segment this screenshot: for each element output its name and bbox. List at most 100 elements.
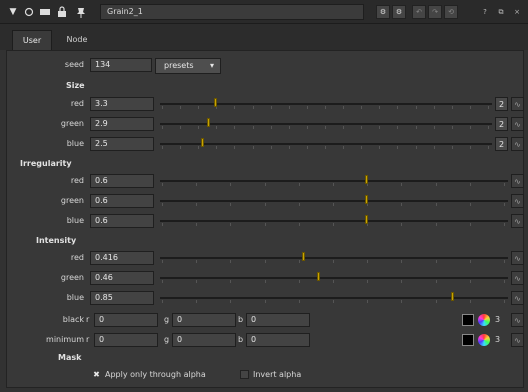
size-blue-dimension-button[interactable]: 2 (495, 137, 508, 151)
animation-curve-icon[interactable]: ∿ (511, 291, 524, 305)
animation-curve-icon[interactable]: ∿ (511, 174, 524, 188)
slider-tick (488, 106, 489, 109)
slider-tick (180, 126, 182, 129)
undo-icon[interactable]: ↶ (412, 5, 426, 19)
minimum-channel-count[interactable]: 3 (495, 335, 500, 344)
irregularity-blue-slider[interactable] (160, 214, 508, 228)
pin-icon[interactable] (74, 5, 88, 19)
size-green-field[interactable]: 2.9 (90, 117, 154, 131)
settings-icon[interactable]: ⚙ (376, 5, 390, 19)
irregularity-green-slider[interactable] (160, 194, 508, 208)
lock-icon[interactable] (55, 5, 69, 19)
animation-curve-icon[interactable]: ∿ (511, 214, 524, 228)
black-g-field[interactable]: 0 (172, 313, 236, 327)
float-icon[interactable]: ⧉ (494, 5, 508, 19)
black-r-label: r (86, 315, 90, 324)
slider-handle[interactable] (213, 98, 217, 107)
intensity-blue-slider[interactable] (160, 291, 508, 305)
slider-tick (433, 126, 435, 129)
revert-icon[interactable]: ⟲ (444, 5, 458, 19)
animation-curve-icon[interactable]: ∿ (511, 313, 524, 327)
close-icon[interactable]: × (510, 5, 524, 19)
dot-icon[interactable] (22, 5, 36, 19)
checkmark-icon[interactable]: ✖ (92, 370, 101, 379)
animation-curve-icon[interactable]: ∿ (511, 251, 524, 265)
black-r-field[interactable]: 0 (94, 313, 158, 327)
slider-tick (264, 203, 266, 206)
size-red-field[interactable]: 3.3 (90, 97, 154, 111)
slider-tick (162, 183, 163, 186)
collapse-triangle-icon[interactable]: ▼ (6, 5, 20, 19)
size-red-dimension-button[interactable]: 2 (495, 97, 508, 111)
animation-curve-icon[interactable]: ∿ (511, 97, 524, 111)
invert-alpha-option[interactable]: Invert alpha (240, 370, 301, 379)
slider-handle[interactable] (365, 215, 369, 224)
slider-tick (196, 300, 198, 303)
slider-tick (162, 203, 163, 206)
slider-tick (298, 203, 300, 206)
slider-track (160, 143, 492, 145)
color-wheel-icon[interactable] (478, 314, 490, 326)
slider-handle[interactable] (365, 195, 369, 204)
node-name-field[interactable]: Grain2_1 (100, 4, 364, 20)
minimum-r-field[interactable]: 0 (94, 333, 158, 347)
size-blue-label: blue (66, 139, 84, 148)
animation-curve-icon[interactable]: ∿ (511, 117, 524, 131)
irregularity-red-slider[interactable] (160, 174, 508, 188)
slider-handle[interactable] (450, 292, 454, 301)
rectangle-icon[interactable] (38, 5, 52, 19)
slider-handle[interactable] (302, 252, 306, 261)
intensity-green-slider[interactable] (160, 271, 508, 285)
minimum-g-field[interactable]: 0 (172, 333, 236, 347)
black-color-swatch[interactable] (462, 314, 474, 326)
presets-dropdown[interactable]: presets ▾ (155, 58, 221, 74)
animation-curve-icon[interactable]: ∿ (511, 271, 524, 285)
black-channel-count[interactable]: 3 (495, 315, 500, 324)
intensity-blue-field[interactable]: 0.85 (90, 291, 154, 305)
irregularity-red-field[interactable]: 0.6 (90, 174, 154, 188)
color-wheel-icon[interactable] (478, 334, 490, 346)
minimum-color-swatch[interactable] (462, 334, 474, 346)
size-blue-field[interactable]: 2.5 (90, 137, 154, 151)
minimum-b-field[interactable]: 0 (246, 333, 310, 347)
slider-tick (401, 260, 403, 263)
slider-tick (162, 146, 163, 149)
tab-node[interactable]: Node (55, 30, 99, 50)
intensity-red-field[interactable]: 0.416 (90, 251, 154, 265)
seed-field[interactable]: 134 (90, 58, 152, 72)
animation-curve-icon[interactable]: ∿ (511, 137, 524, 151)
irregularity-green-field[interactable]: 0.6 (90, 194, 154, 208)
slider-handle[interactable] (317, 272, 321, 281)
apply-alpha-label: Apply only through alpha (105, 370, 206, 379)
slider-tick (306, 106, 308, 109)
intensity-green-field[interactable]: 0.46 (90, 271, 154, 285)
size-blue-slider[interactable] (160, 137, 492, 151)
slider-tick (433, 106, 435, 109)
slider-tick (298, 300, 300, 303)
animation-curve-icon[interactable]: ∿ (511, 333, 524, 347)
slider-tick (504, 300, 505, 303)
invert-alpha-checkbox[interactable] (240, 370, 249, 379)
slider-tick (415, 106, 417, 109)
slider-tick (264, 260, 266, 263)
size-red-slider[interactable] (160, 97, 492, 111)
slider-handle[interactable] (365, 175, 369, 184)
center-node-icon[interactable]: ⚙ (392, 5, 406, 19)
size-green-dimension-button[interactable]: 2 (495, 117, 508, 131)
irregularity-blue-field[interactable]: 0.6 (90, 214, 154, 228)
intensity-red-slider[interactable] (160, 251, 508, 265)
slider-handle[interactable] (207, 118, 211, 127)
redo-icon[interactable]: ↷ (428, 5, 442, 19)
animation-curve-icon[interactable]: ∿ (511, 194, 524, 208)
tab-user[interactable]: User (12, 30, 52, 50)
apply-alpha-option[interactable]: ✖ Apply only through alpha (92, 370, 206, 379)
slider-tick (379, 146, 381, 149)
black-g-label: g (164, 315, 170, 324)
black-b-field[interactable]: 0 (246, 313, 310, 327)
slider-handle[interactable] (200, 138, 204, 147)
slider-tick (397, 126, 399, 129)
slider-tick (162, 300, 163, 303)
size-green-slider[interactable] (160, 117, 492, 131)
slider-tick (367, 300, 369, 303)
help-icon[interactable]: ? (478, 5, 492, 19)
